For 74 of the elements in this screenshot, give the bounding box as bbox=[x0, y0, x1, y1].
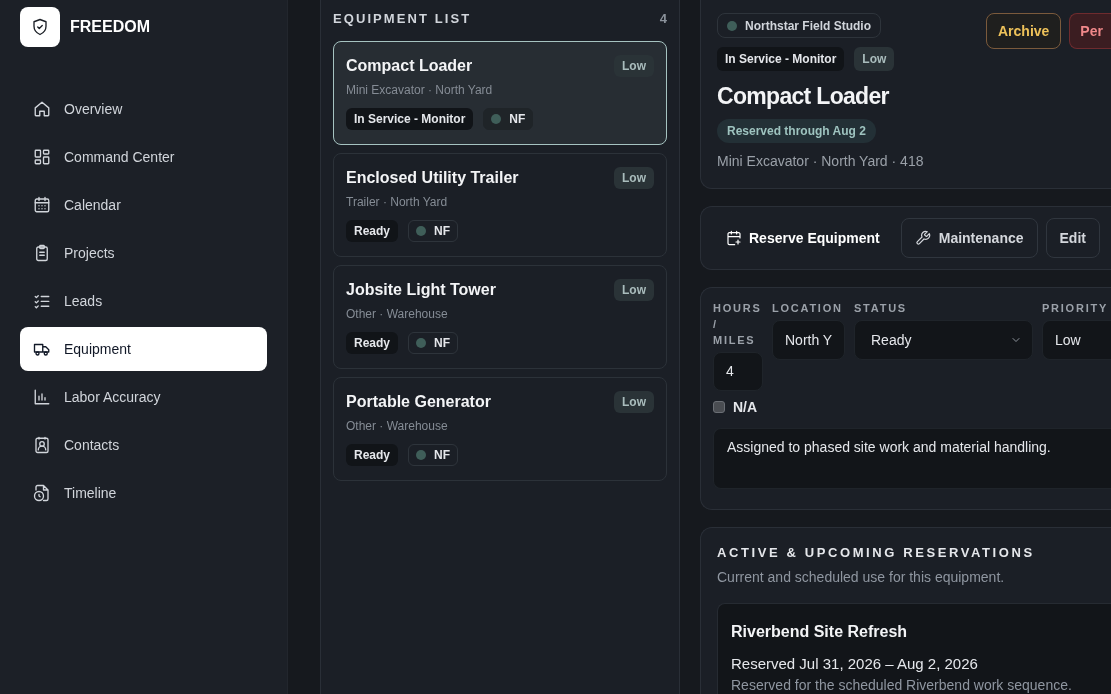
equipment-meta: Mini Excavator · North Yard · 418 bbox=[717, 152, 924, 171]
nav-item[interactable]: Labor Accuracy bbox=[20, 375, 267, 419]
text-field[interactable]: Low bbox=[1042, 320, 1111, 360]
nav-item[interactable]: Projects bbox=[20, 231, 267, 275]
status-badge: Ready bbox=[346, 444, 399, 466]
equipment-card[interactable]: Jobsite Light Tower Low Other · Warehouse Ready NF bbox=[333, 265, 667, 369]
status-badge: Ready bbox=[346, 220, 399, 242]
tag-label: NF bbox=[434, 447, 451, 464]
reservation-name: Riverbend Site Refresh bbox=[731, 622, 909, 642]
priority-badge: Low bbox=[614, 55, 654, 77]
clipboard-icon bbox=[33, 244, 51, 262]
wrench-icon bbox=[914, 230, 931, 246]
tag-label: NF bbox=[434, 223, 451, 240]
section-subtitle: Current and scheduled use for this equipment. bbox=[717, 568, 1006, 587]
priority-badge: Low bbox=[614, 279, 654, 301]
reservation-dates: Reserved Jul 31, 2026 – Aug 2, 2026 bbox=[731, 654, 979, 674]
layout-grid-icon bbox=[33, 148, 51, 166]
status-badge: In Service - Monitor bbox=[717, 47, 845, 71]
equipment-name: Portable Generator bbox=[346, 392, 491, 412]
maintenance-button[interactable]: Maintenance bbox=[900, 218, 1038, 258]
text-field[interactable]: 4 bbox=[713, 352, 763, 391]
equipment-meta: Other · Warehouse bbox=[346, 306, 449, 322]
equipment-meta: Trailer · North Yard bbox=[346, 194, 449, 210]
nav-item[interactable]: Contacts bbox=[20, 423, 267, 467]
equipment-name: Compact Loader bbox=[346, 56, 473, 76]
calendar-plus-icon bbox=[726, 230, 742, 246]
item-count: 4 bbox=[659, 10, 667, 29]
house-icon bbox=[33, 100, 51, 118]
field-label: PRIORITY bbox=[1042, 301, 1110, 316]
reservation-badge: Reserved through Aug 2 bbox=[717, 119, 876, 143]
checkbox-label: N/A bbox=[733, 397, 758, 417]
equipment-title: Compact Loader bbox=[717, 82, 889, 111]
nav-item[interactable]: Timeline bbox=[20, 471, 267, 515]
equipment-card[interactable]: Enclosed Utility Trailer Low Trailer · North Yard Ready NF bbox=[333, 153, 667, 257]
brand-name: FREEDOM bbox=[70, 17, 150, 37]
field-label: LOCATION bbox=[772, 301, 844, 316]
tag-label: NF bbox=[509, 111, 526, 128]
nav-item[interactable]: Command Center bbox=[20, 135, 267, 179]
text-field[interactable]: North Y bbox=[772, 320, 845, 360]
nav-item[interactable]: Calendar bbox=[20, 183, 267, 227]
priority-badge: Low bbox=[854, 47, 895, 71]
nav-item[interactable]: Equipment bbox=[20, 327, 267, 371]
archive-button[interactable]: Archive bbox=[986, 13, 1062, 49]
checklist-icon bbox=[33, 292, 51, 310]
status-badge: Ready bbox=[346, 332, 399, 354]
field-label: HOURS / MILES bbox=[713, 301, 763, 348]
equipment-meta: Mini Excavator · North Yard bbox=[346, 82, 494, 98]
priority-badge: Low bbox=[614, 391, 654, 413]
tag-label: NF bbox=[434, 335, 451, 352]
panel-title: EQUIPMENT LIST bbox=[333, 10, 472, 29]
priority-badge: Low bbox=[614, 167, 654, 189]
status-badge: In Service - Monitor bbox=[346, 108, 474, 130]
edit-button[interactable]: Edit bbox=[1045, 218, 1100, 258]
file-clock-icon bbox=[33, 484, 51, 502]
reserve-button[interactable]: Reserve Equipment bbox=[713, 218, 893, 258]
select-field[interactable]: Ready bbox=[854, 320, 1033, 360]
reservation-note: Reserved for the scheduled Riverbend work sequence. bbox=[731, 677, 1073, 693]
shield-logo-icon bbox=[20, 7, 60, 47]
equipment-name: Jobsite Light Tower bbox=[346, 280, 496, 300]
nav-item[interactable]: Leads bbox=[20, 279, 267, 323]
notes-field[interactable]: Assigned to phased site work and material handling. bbox=[713, 428, 1111, 489]
section-title: ACTIVE & UPCOMING RESERVATIONS bbox=[717, 544, 1036, 562]
calendar-icon bbox=[33, 196, 51, 214]
nav-item[interactable]: Overview bbox=[20, 87, 267, 131]
equipment-card[interactable]: Portable Generator Low Other · Warehouse Ready NF bbox=[333, 377, 667, 481]
danger-button[interactable]: Per bbox=[1069, 13, 1111, 49]
field-label: STATUS bbox=[854, 301, 908, 316]
contact-card-icon bbox=[33, 436, 51, 454]
org-name: Northstar Field Studio bbox=[745, 17, 871, 35]
equipment-meta: Other · Warehouse bbox=[346, 418, 449, 434]
equipment-card[interactable]: Compact Loader Low Mini Excavator · North Yard In Service - Monitor NF bbox=[333, 41, 667, 145]
equipment-name: Enclosed Utility Trailer bbox=[346, 168, 519, 188]
bar-chart-icon bbox=[33, 388, 51, 406]
checkbox[interactable] bbox=[713, 401, 725, 413]
